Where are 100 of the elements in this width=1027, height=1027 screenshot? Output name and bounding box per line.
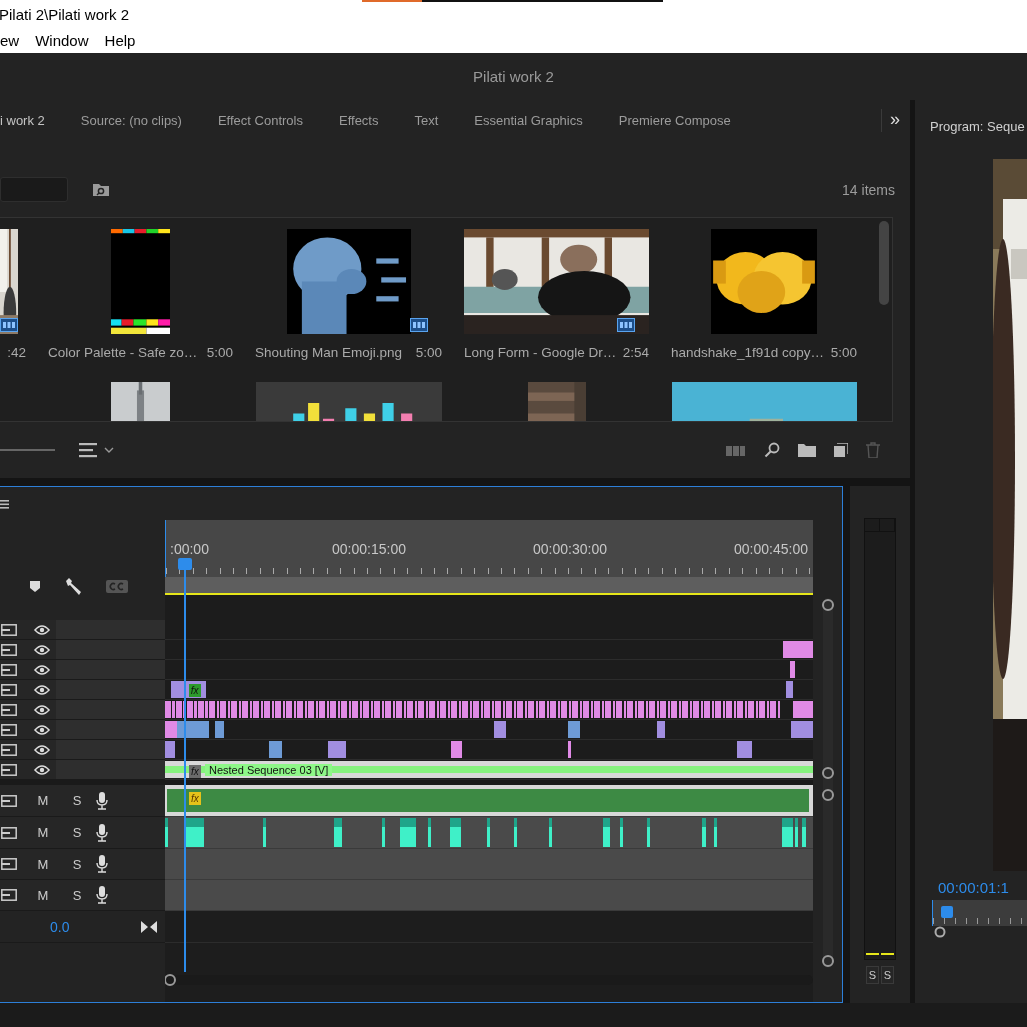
track-output-icon[interactable]: [1, 743, 17, 756]
mute-button[interactable]: M: [26, 856, 60, 872]
tabs-overflow-button[interactable]: »: [881, 108, 906, 132]
storyboard-icon[interactable]: [726, 444, 746, 456]
nested-sequence-clip[interactable]: fx Nested Sequence 03 [V]: [165, 761, 813, 778]
solo-button[interactable]: S: [60, 793, 94, 808]
media-item[interactable]: Color Palette - Safe zo… 5:00: [48, 229, 233, 360]
video-clip[interactable]: [785, 681, 793, 698]
video-clip[interactable]: [792, 701, 813, 718]
audio-clip[interactable]: [450, 818, 462, 847]
audio-clip[interactable]: [400, 818, 417, 847]
master-volume[interactable]: 0.0: [50, 918, 70, 935]
microphone-icon[interactable]: [96, 823, 108, 842]
menu-item[interactable]: ew: [0, 32, 20, 49]
scrollbar-thumb[interactable]: [879, 221, 889, 305]
eye-icon[interactable]: [34, 684, 50, 695]
audio-clip[interactable]: [702, 818, 707, 847]
solo-button[interactable]: S: [60, 856, 94, 872]
audio-clip[interactable]: [382, 818, 386, 847]
video-clip[interactable]: [783, 641, 813, 658]
vertical-scrollbar[interactable]: [820, 598, 835, 968]
video-clip[interactable]: [327, 741, 346, 758]
media-item[interactable]: Shouting Man Emoji.png 5:00: [255, 229, 442, 360]
video-clip[interactable]: [790, 661, 795, 678]
folder-icon[interactable]: [798, 443, 816, 457]
video-clip[interactable]: [568, 721, 581, 738]
audio-clip[interactable]: [549, 818, 553, 847]
audio-clip[interactable]: [647, 818, 651, 847]
video-clip[interactable]: [568, 741, 571, 758]
microphone-icon[interactable]: [96, 855, 108, 873]
audio-clip[interactable]: fx: [165, 785, 813, 816]
track-output-icon[interactable]: [1, 723, 17, 736]
menu-item[interactable]: Help: [104, 32, 136, 49]
microphone-icon[interactable]: [96, 791, 108, 810]
track-output-icon[interactable]: [1, 794, 17, 807]
panel-tab[interactable]: i work 2: [0, 112, 45, 128]
video-clip[interactable]: [165, 741, 175, 758]
audio-clip[interactable]: [487, 818, 491, 847]
video-clip[interactable]: [737, 741, 753, 758]
audio-clip[interactable]: [619, 818, 624, 847]
track-output-icon[interactable]: [1, 826, 17, 839]
solo-button[interactable]: S: [60, 887, 94, 903]
new-item-icon[interactable]: [834, 443, 848, 457]
video-clip[interactable]: [790, 721, 813, 738]
track-output-icon[interactable]: [1, 763, 17, 776]
timecode[interactable]: 00:00:01:1: [938, 879, 1027, 896]
video-clip[interactable]: [177, 721, 210, 738]
audio-clip[interactable]: [513, 818, 517, 847]
audio-clip[interactable]: [334, 818, 342, 847]
media-item[interactable]: Long Form - Google Dr… 2:54: [464, 229, 649, 360]
mute-button[interactable]: M: [26, 887, 60, 903]
meter-solo-button[interactable]: S: [866, 966, 879, 984]
audio-clip[interactable]: [781, 818, 793, 847]
audio-clip[interactable]: [713, 818, 718, 847]
panel-tab[interactable]: Essential Graphics: [474, 112, 583, 128]
video-clip[interactable]: [656, 721, 666, 738]
solo-button[interactable]: S: [60, 825, 94, 840]
panel-tab[interactable]: Premiere Compose: [618, 112, 731, 128]
track-output-icon[interactable]: [1, 663, 17, 676]
audio-clip[interactable]: [603, 818, 611, 847]
zoom-handle-icon[interactable]: [934, 926, 946, 938]
search-icon[interactable]: [764, 442, 780, 458]
video-clip[interactable]: [214, 721, 224, 738]
video-clip[interactable]: [165, 721, 178, 738]
panel-tab[interactable]: Source: (no clips): [80, 112, 182, 128]
audio-clip[interactable]: [428, 818, 432, 847]
video-clip[interactable]: [494, 721, 507, 738]
find-in-folder-icon[interactable]: [92, 182, 110, 197]
track-output-icon[interactable]: [1, 858, 17, 870]
menu-icon[interactable]: [0, 498, 9, 509]
track-output-icon[interactable]: [1, 703, 17, 716]
eye-icon[interactable]: [34, 624, 50, 635]
mute-button[interactable]: M: [26, 825, 60, 840]
menu-item[interactable]: Window: [35, 32, 89, 49]
eye-icon[interactable]: [34, 764, 50, 775]
audio-clip[interactable]: [262, 818, 267, 847]
panel-tab[interactable]: Text: [414, 112, 439, 128]
marker-icon[interactable]: [30, 580, 40, 592]
video-clip[interactable]: [450, 741, 462, 758]
audio-clip[interactable]: [165, 818, 169, 847]
eye-icon[interactable]: [34, 644, 50, 655]
track-output-icon[interactable]: [1, 889, 17, 901]
meter-solo-button[interactable]: S: [881, 966, 894, 984]
time-ruler[interactable]: :00:00 00:00:15:00 00:00:30:00 00:00:45:00: [165, 520, 813, 577]
track-output-icon[interactable]: [1, 683, 17, 696]
track-output-icon[interactable]: [1, 623, 17, 636]
eye-icon[interactable]: [34, 724, 50, 735]
video-clip[interactable]: [269, 741, 283, 758]
media-item[interactable]: :42: [0, 229, 26, 360]
panel-tab[interactable]: Effect Controls: [217, 112, 303, 128]
track-output-icon[interactable]: [1, 643, 17, 656]
video-clip[interactable]: fx: [170, 681, 206, 698]
eye-icon[interactable]: [34, 704, 50, 715]
microphone-icon[interactable]: [96, 886, 108, 904]
work-area-bar[interactable]: [165, 577, 813, 595]
playhead[interactable]: [178, 558, 192, 972]
mute-button[interactable]: M: [26, 793, 60, 808]
panel-tab[interactable]: Effects: [339, 112, 379, 128]
media-item[interactable]: handshake_1f91d copy… 5:00: [671, 229, 857, 360]
clip-strip[interactable]: [165, 701, 781, 718]
